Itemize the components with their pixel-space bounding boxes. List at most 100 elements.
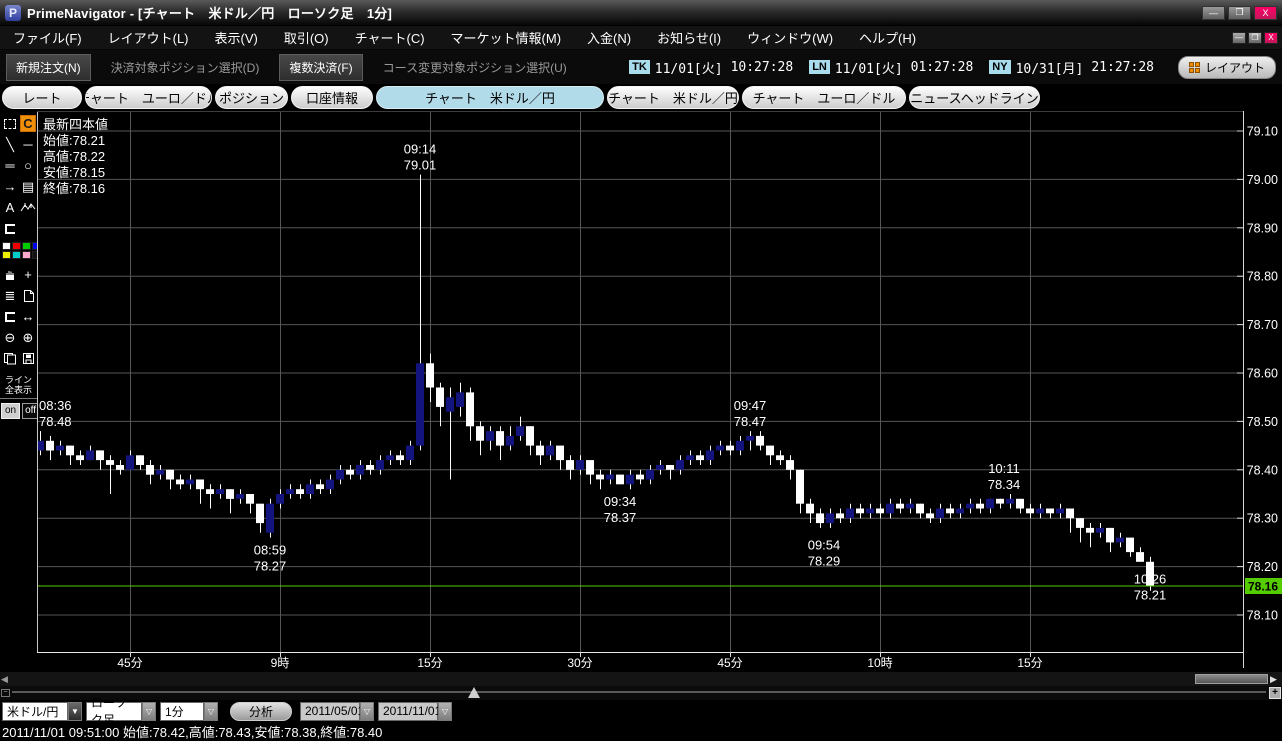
zoom-slider-thumb[interactable] [468, 687, 480, 698]
hand-pan-icon[interactable] [1, 264, 19, 285]
color-swatch[interactable] [22, 251, 31, 259]
menu-item[interactable]: 表示(V) [202, 26, 271, 49]
tab-6[interactable]: チャート 米ドル／円 [607, 86, 739, 109]
tab-5[interactable]: チャート 米ドル／円 [376, 86, 604, 109]
color-palette [0, 239, 37, 262]
lines-on-button[interactable]: on [1, 403, 20, 419]
color-swatch[interactable] [12, 251, 21, 259]
menu-item[interactable]: ファイル(F) [0, 26, 95, 49]
color-swatch[interactable] [2, 242, 11, 250]
tab-4[interactable]: 口座情報 [291, 86, 373, 109]
status-bar: 2011/11/01 09:51:00 始値:78.42,高値:78.43,安値… [0, 722, 1282, 740]
order-toolbar-button[interactable]: 新規注文(N) [6, 54, 91, 81]
tab-2[interactable]: チャート ユーロ／ドル [85, 86, 212, 109]
scrollbar-thumb[interactable] [1195, 674, 1268, 684]
open-box2-icon[interactable] [1, 306, 19, 327]
svg-text:30分: 30分 [567, 656, 592, 670]
date-to-dropdown-icon[interactable]: ▽ [438, 702, 452, 721]
fib-lines-icon[interactable]: ▤ [19, 176, 37, 197]
menu-item[interactable]: お知らせ(I) [644, 26, 734, 49]
svg-text:45分: 45分 [717, 656, 742, 670]
chart-scrollbar[interactable]: ◀ ▶ [0, 672, 1282, 686]
color-swatch[interactable] [22, 242, 31, 250]
candlestick-chart[interactable]: 79.1079.0078.9078.8078.7078.6078.5078.40… [37, 111, 1282, 672]
date-from-select[interactable]: 2011/05/01 ▽ [300, 702, 374, 721]
menu-item[interactable]: ウィンドウ(W) [734, 26, 846, 49]
child-restore-button[interactable]: ❒ [1248, 32, 1262, 44]
zoom-slider[interactable]: − + [0, 686, 1282, 700]
grid-lines-icon[interactable]: ≣ [1, 285, 19, 306]
world-clocks: TK11/01[火]10:27:28LN11/01[火]01:27:28NY10… [629, 58, 1154, 77]
crosshair-icon[interactable]: + [19, 264, 37, 285]
svg-text:09:14: 09:14 [404, 142, 437, 157]
order-toolbar-button[interactable]: 複数決済(F) [279, 54, 362, 81]
svg-text:79.10: 79.10 [1247, 125, 1278, 139]
memo-icon[interactable] [19, 285, 37, 306]
copy-pages-icon[interactable] [1, 348, 19, 369]
menu-item[interactable]: チャート(C) [342, 26, 438, 49]
tab-8[interactable]: ニュースヘッドライン [909, 86, 1040, 109]
svg-text:09:54: 09:54 [808, 538, 841, 553]
scroll-right-arrow[interactable]: ▶ [1270, 674, 1277, 685]
chart-type-dropdown-icon[interactable]: ▽ [142, 702, 156, 721]
chart-type-value: ローソク足 [86, 702, 142, 721]
interval-select[interactable]: 1分 ▽ [160, 702, 218, 721]
order-buttons: 新規注文(N)決済対象ポジション選択(D)複数決済(F)コース変更対象ポジション… [6, 54, 577, 81]
svg-text:09:47: 09:47 [734, 398, 767, 413]
svg-text:始値:78.21: 始値:78.21 [43, 133, 105, 148]
svg-text:最新四本値: 最新四本値 [43, 117, 108, 132]
tab-7[interactable]: チャート ユーロ／ドル [742, 86, 906, 109]
color-swatch[interactable] [12, 242, 21, 250]
analyze-button[interactable]: 分析 [230, 702, 292, 721]
layout-button[interactable]: レイアウト [1178, 56, 1276, 79]
trend-line-icon[interactable]: ╲ [1, 134, 19, 155]
scroll-left-arrow[interactable]: ◀ [1, 674, 8, 685]
arrow-icon[interactable]: → [1, 176, 19, 197]
svg-text:10:26: 10:26 [1134, 572, 1167, 587]
menu-item[interactable]: ヘルプ(H) [846, 26, 929, 49]
color-swatch[interactable] [2, 251, 11, 259]
hovered-candle-info: 2011/11/01 09:51:00 始値:78.42,高値:78.43,安値… [2, 722, 382, 741]
chart-type-select[interactable]: ローソク足 ▽ [86, 702, 156, 721]
text-icon[interactable]: A [1, 197, 19, 218]
title-bar: P PrimeNavigator - [チャート 米ドル／円 ローソク足 1分]… [0, 0, 1282, 26]
pair-select[interactable]: 米ドル/円 ▼ [2, 702, 82, 721]
date-to-select[interactable]: 2011/11/01 ▽ [378, 702, 452, 721]
horizontal-line-icon[interactable]: ─ [19, 134, 37, 155]
date-from-dropdown-icon[interactable]: ▽ [360, 702, 374, 721]
menu-item[interactable]: レイアウト(L) [95, 26, 202, 49]
zoom-slider-track[interactable] [12, 691, 1266, 693]
width-measure-icon[interactable]: ↔ [19, 306, 37, 327]
zoom-out-button[interactable]: − [1, 689, 10, 697]
restore-button[interactable]: ❒ [1228, 6, 1251, 20]
clock-time: 10:27:28 [731, 60, 794, 75]
zoom-in-button[interactable]: + [1269, 687, 1281, 699]
parallel-lines-icon[interactable]: ═ [1, 155, 19, 176]
marquee-select-icon[interactable] [1, 113, 19, 134]
child-minimize-button[interactable]: — [1232, 32, 1246, 44]
interval-dropdown-icon[interactable]: ▽ [204, 702, 218, 721]
clock-zone-badge: LN [809, 60, 830, 74]
date-from-value: 2011/05/01 [300, 702, 360, 721]
close-button[interactable]: X [1254, 6, 1277, 20]
svg-text:78.40: 78.40 [1247, 463, 1278, 477]
clock-time: 21:27:28 [1091, 60, 1154, 75]
zoom-out-icon[interactable]: ⊖ [1, 327, 19, 348]
chart-c-icon[interactable]: C [20, 115, 36, 132]
menu-item[interactable]: マーケット情報(M) [438, 26, 575, 49]
child-close-button[interactable]: X [1264, 32, 1278, 44]
zoom-in-icon[interactable]: ⊕ [19, 327, 37, 348]
open-box-icon[interactable] [1, 218, 19, 239]
tab-1[interactable]: レート [2, 86, 82, 109]
zigzag-icon[interactable] [19, 197, 37, 218]
pair-dropdown-icon[interactable]: ▼ [68, 702, 82, 721]
tab-3[interactable]: ポジション [215, 86, 288, 109]
svg-text:9時: 9時 [271, 656, 290, 670]
menu-item[interactable]: 入金(N) [574, 26, 644, 49]
minimize-button[interactable]: — [1202, 6, 1225, 20]
tools-bottom: +≣↔⊖⊕ [0, 262, 37, 369]
ellipse-icon[interactable]: ○ [19, 155, 37, 176]
save-icon[interactable] [19, 348, 37, 369]
menu-item[interactable]: 取引(O) [271, 26, 342, 49]
clock-tk: TK11/01[火]10:27:28 [629, 58, 793, 77]
